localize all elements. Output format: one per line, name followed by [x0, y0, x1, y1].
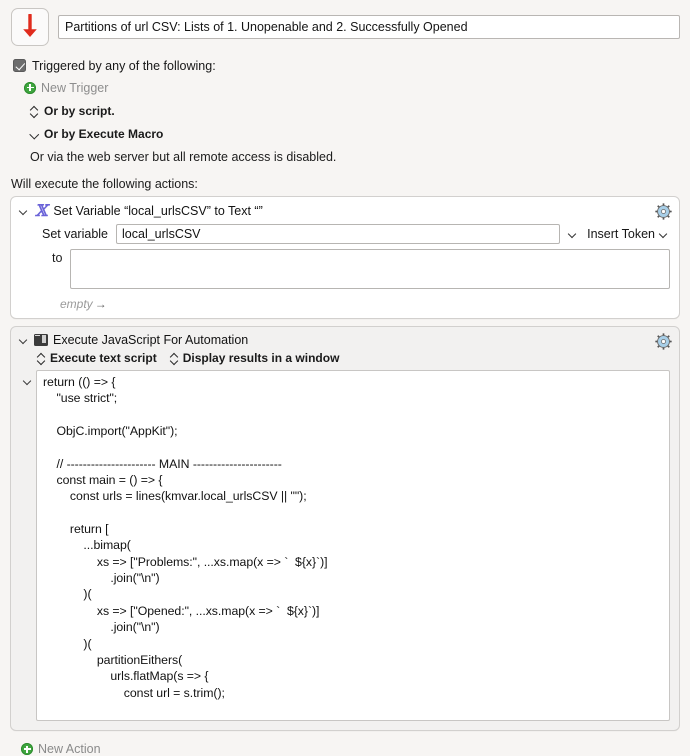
script-disclosure-chevron-icon[interactable] — [20, 374, 36, 391]
new-action-button[interactable]: New Action — [0, 738, 690, 756]
actions-header-label: Will execute the following actions: — [11, 177, 198, 191]
new-trigger-button[interactable]: New Trigger — [24, 78, 690, 97]
javascript-options-row: Execute text script Display results in a… — [11, 349, 679, 370]
set-variable-icon: 𝕏 — [35, 201, 48, 220]
script-editor[interactable]: return (() => { "use strict"; ObjC.impor… — [36, 370, 670, 721]
web-server-note-label: Or via the web server but all remote acc… — [30, 150, 337, 164]
script-source-label: Execute text script — [50, 351, 157, 365]
up-down-chevron-icon — [170, 352, 179, 365]
or-by-execute-macro-popup[interactable]: Or by Execute Macro — [24, 124, 690, 144]
empty-arrow-icon: → — [94, 297, 107, 311]
empty-label: empty — [60, 297, 93, 311]
macro-header: Partitions of url CSV: Lists of 1. Unope… — [0, 0, 690, 50]
script-source-text: return (() => { "use strict"; ObjC.impor… — [43, 375, 328, 700]
triggered-by-row: Triggered by any of the following: — [13, 56, 690, 75]
triggered-by-label: Triggered by any of the following: — [32, 58, 216, 73]
up-down-chevron-icon — [30, 105, 39, 118]
set-variable-body: Set variable local_urlsCSV Insert Token … — [11, 221, 679, 318]
action-gear-icon[interactable] — [655, 203, 672, 220]
script-editor-wrap: return (() => { "use strict"; ObjC.impor… — [11, 370, 679, 730]
disclosure-chevron-icon[interactable] — [18, 334, 29, 346]
action-set-variable[interactable]: 𝕏 Set Variable “local_urlsCSV” to Text “… — [10, 196, 680, 319]
or-by-script-popup[interactable]: Or by script. — [24, 101, 690, 121]
insert-token-label: Insert Token — [587, 227, 655, 241]
action-execute-javascript[interactable]: Execute JavaScript For Automation Execut… — [10, 326, 680, 731]
disclosure-chevron-icon[interactable] — [18, 205, 29, 217]
variable-name-chevron-down-icon[interactable] — [568, 227, 579, 241]
empty-status: empty → — [20, 289, 670, 311]
chevron-down-icon — [30, 128, 39, 141]
actions-list: 𝕏 Set Variable “local_urlsCSV” to Text “… — [0, 196, 690, 731]
new-action-label: New Action — [38, 742, 101, 756]
up-down-chevron-icon — [37, 352, 46, 365]
macro-name-input[interactable]: Partitions of url CSV: Lists of 1. Unope… — [58, 15, 680, 39]
or-by-script-label: Or by script. — [44, 104, 115, 118]
execute-javascript-icon — [34, 334, 48, 346]
results-destination-popup[interactable]: Display results in a window — [170, 351, 340, 365]
plus-circle-icon — [24, 81, 36, 94]
insert-token-chevron-down-icon — [659, 227, 670, 241]
new-trigger-label: New Trigger — [41, 80, 109, 95]
to-label: to — [52, 251, 63, 265]
set-variable-value-row: to — [20, 249, 670, 289]
to-value-textarea[interactable] — [70, 249, 670, 289]
red-down-arrow-icon[interactable] — [11, 8, 49, 46]
action-title: Execute JavaScript For Automation — [53, 333, 249, 347]
action-title-row: 𝕏 Set Variable “local_urlsCSV” to Text “… — [11, 197, 679, 221]
triggered-by-checkbox[interactable] — [13, 59, 26, 72]
results-destination-label: Display results in a window — [182, 351, 340, 365]
insert-token-menu[interactable]: Insert Token — [587, 227, 670, 241]
actions-header: Will execute the following actions: — [0, 169, 690, 196]
plus-circle-icon — [21, 743, 33, 755]
web-server-note: Or via the web server but all remote acc… — [24, 147, 690, 167]
action-title-row: Execute JavaScript For Automation — [11, 327, 679, 349]
triggers-section: Triggered by any of the following: New T… — [0, 50, 690, 167]
action-title: Set Variable “local_urlsCSV” to Text “” — [53, 204, 263, 218]
or-by-execute-macro-label: Or by Execute Macro — [44, 127, 164, 141]
action-gear-icon[interactable] — [655, 333, 672, 350]
set-variable-label: Set variable — [42, 227, 109, 241]
variable-name-input[interactable]: local_urlsCSV — [116, 224, 561, 244]
script-source-popup[interactable]: Execute text script — [37, 351, 157, 365]
set-variable-name-row: Set variable local_urlsCSV Insert Token — [20, 224, 670, 244]
